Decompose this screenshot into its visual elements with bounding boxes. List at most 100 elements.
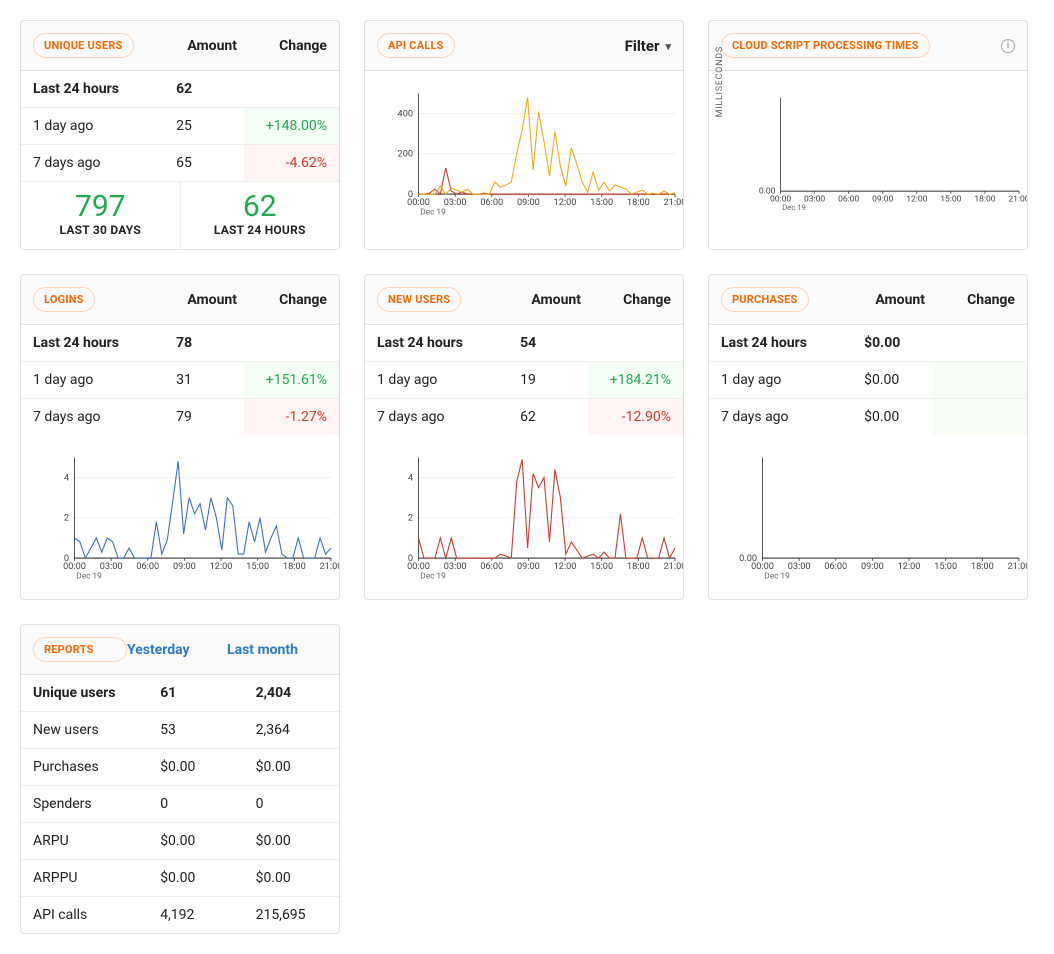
svg-text:03:00: 03:00 bbox=[100, 562, 123, 572]
svg-text:12:00: 12:00 bbox=[210, 562, 233, 572]
row-label: Purchases bbox=[21, 749, 148, 786]
svg-text:Dec 19: Dec 19 bbox=[420, 571, 446, 581]
row-yesterday: $0.00 bbox=[148, 749, 243, 786]
svg-text:21:00: 21:00 bbox=[664, 198, 684, 208]
reports-last-month-link[interactable]: Last month bbox=[227, 642, 327, 658]
svg-text:18:00: 18:00 bbox=[283, 562, 306, 572]
row-label: 7 days ago bbox=[21, 145, 164, 182]
svg-text:Dec 19: Dec 19 bbox=[76, 571, 102, 581]
row-amount: 65 bbox=[164, 145, 244, 182]
reports-yesterday-link[interactable]: Yesterday bbox=[127, 642, 227, 658]
row-month: 2,404 bbox=[244, 675, 339, 712]
row-label: ARPU bbox=[21, 823, 148, 860]
summary-value: 62 bbox=[185, 190, 336, 223]
row-label: 1 day ago bbox=[21, 108, 164, 145]
row-amount: 25 bbox=[164, 108, 244, 145]
svg-text:21:00: 21:00 bbox=[1008, 194, 1028, 204]
table-row: Last 24 hours78 bbox=[21, 325, 339, 362]
svg-text:12:00: 12:00 bbox=[554, 562, 577, 572]
info-icon[interactable]: i bbox=[1001, 39, 1015, 53]
svg-text:Dec 19: Dec 19 bbox=[764, 571, 790, 581]
row-yesterday: $0.00 bbox=[148, 823, 243, 860]
card-new-users: NEW USERS Amount Change Last 24 hours541… bbox=[364, 274, 684, 600]
summary-value: 797 bbox=[25, 190, 176, 223]
col-header-change: Change bbox=[237, 38, 327, 54]
row-amount: 62 bbox=[508, 399, 588, 436]
row-month: $0.00 bbox=[244, 823, 339, 860]
card-title-pill: PURCHASES bbox=[721, 287, 809, 312]
row-amount: 19 bbox=[508, 362, 588, 399]
svg-text:12:00: 12:00 bbox=[898, 562, 921, 572]
card-title-pill: NEW USERS bbox=[377, 287, 461, 312]
svg-text:15:00: 15:00 bbox=[590, 198, 613, 208]
col-header-amount: Amount bbox=[845, 292, 925, 308]
card-title-pill: LOGINS bbox=[33, 287, 95, 312]
svg-text:03:00: 03:00 bbox=[444, 562, 467, 572]
svg-text:15:00: 15:00 bbox=[934, 562, 957, 572]
row-label: Last 24 hours bbox=[21, 71, 164, 108]
row-month: 215,695 bbox=[244, 897, 339, 934]
row-amount: $0.00 bbox=[852, 399, 932, 436]
svg-text:2: 2 bbox=[408, 514, 413, 524]
row-label: API calls bbox=[21, 897, 148, 934]
row-label: 7 days ago bbox=[365, 399, 508, 436]
row-amount: $0.00 bbox=[852, 362, 932, 399]
new-users-chart: 02400:0003:0006:0009:0012:0015:0018:0021… bbox=[391, 451, 675, 581]
svg-text:400: 400 bbox=[398, 109, 413, 119]
filter-dropdown[interactable]: Filter ▾ bbox=[625, 37, 671, 55]
svg-text:09:00: 09:00 bbox=[517, 198, 540, 208]
table-row: 1 day ago25+148.00% bbox=[21, 108, 339, 145]
row-change bbox=[932, 399, 1027, 436]
svg-text:4: 4 bbox=[64, 473, 69, 483]
row-label: Last 24 hours bbox=[365, 325, 508, 362]
row-amount: 31 bbox=[164, 362, 244, 399]
svg-text:21:00: 21:00 bbox=[320, 562, 340, 572]
col-header-amount: Amount bbox=[157, 38, 237, 54]
row-yesterday: 53 bbox=[148, 712, 243, 749]
svg-text:12:00: 12:00 bbox=[906, 194, 927, 204]
row-label: 1 day ago bbox=[365, 362, 508, 399]
api-calls-chart: 020040000:0003:0006:0009:0012:0015:0018:… bbox=[391, 87, 675, 217]
card-cloud-script: CLOUD SCRIPT PROCESSING TIMES i MILLISEC… bbox=[708, 20, 1028, 250]
svg-text:09:00: 09:00 bbox=[517, 562, 540, 572]
new-users-table: Last 24 hours541 day ago19+184.21%7 days… bbox=[365, 325, 683, 435]
svg-text:4: 4 bbox=[408, 473, 413, 483]
row-label: Last 24 hours bbox=[709, 325, 852, 362]
filter-label: Filter bbox=[625, 37, 660, 55]
table-row: ARPU$0.00$0.00 bbox=[21, 823, 339, 860]
svg-text:15:00: 15:00 bbox=[246, 562, 269, 572]
table-row: Spenders00 bbox=[21, 786, 339, 823]
svg-text:03:00: 03:00 bbox=[444, 198, 467, 208]
summary-label: LAST 24 HOURS bbox=[185, 223, 336, 237]
table-row: Last 24 hours62 bbox=[21, 71, 339, 108]
chevron-down-icon: ▾ bbox=[665, 40, 671, 53]
svg-text:06:00: 06:00 bbox=[136, 562, 159, 572]
row-label: New users bbox=[21, 712, 148, 749]
row-month: $0.00 bbox=[244, 860, 339, 897]
card-api-calls: API CALLS Filter ▾ 020040000:0003:0006:0… bbox=[364, 20, 684, 250]
svg-text:09:00: 09:00 bbox=[861, 562, 884, 572]
row-yesterday: 0 bbox=[148, 786, 243, 823]
table-row: New users532,364 bbox=[21, 712, 339, 749]
row-amount: $0.00 bbox=[852, 325, 932, 362]
row-change: -4.62% bbox=[244, 145, 339, 182]
svg-text:Dec 19: Dec 19 bbox=[420, 207, 446, 217]
svg-text:200: 200 bbox=[398, 150, 413, 160]
row-month: $0.00 bbox=[244, 749, 339, 786]
row-change bbox=[244, 71, 339, 108]
card-title-pill: UNIQUE USERS bbox=[33, 33, 134, 58]
purchases-table: Last 24 hours$0.001 day ago$0.007 days a… bbox=[709, 325, 1027, 435]
row-change: -12.90% bbox=[588, 399, 683, 436]
table-row: API calls4,192215,695 bbox=[21, 897, 339, 934]
row-change bbox=[932, 325, 1027, 362]
svg-text:15:00: 15:00 bbox=[590, 562, 613, 572]
table-row: Purchases$0.00$0.00 bbox=[21, 749, 339, 786]
svg-text:12:00: 12:00 bbox=[554, 198, 577, 208]
row-change bbox=[244, 325, 339, 362]
svg-text:18:00: 18:00 bbox=[627, 562, 650, 572]
row-label: Spenders bbox=[21, 786, 148, 823]
card-reports: REPORTS Yesterday Last month Unique user… bbox=[20, 624, 340, 934]
row-label: 1 day ago bbox=[709, 362, 852, 399]
row-month: 0 bbox=[244, 786, 339, 823]
col-header-amount: Amount bbox=[157, 292, 237, 308]
